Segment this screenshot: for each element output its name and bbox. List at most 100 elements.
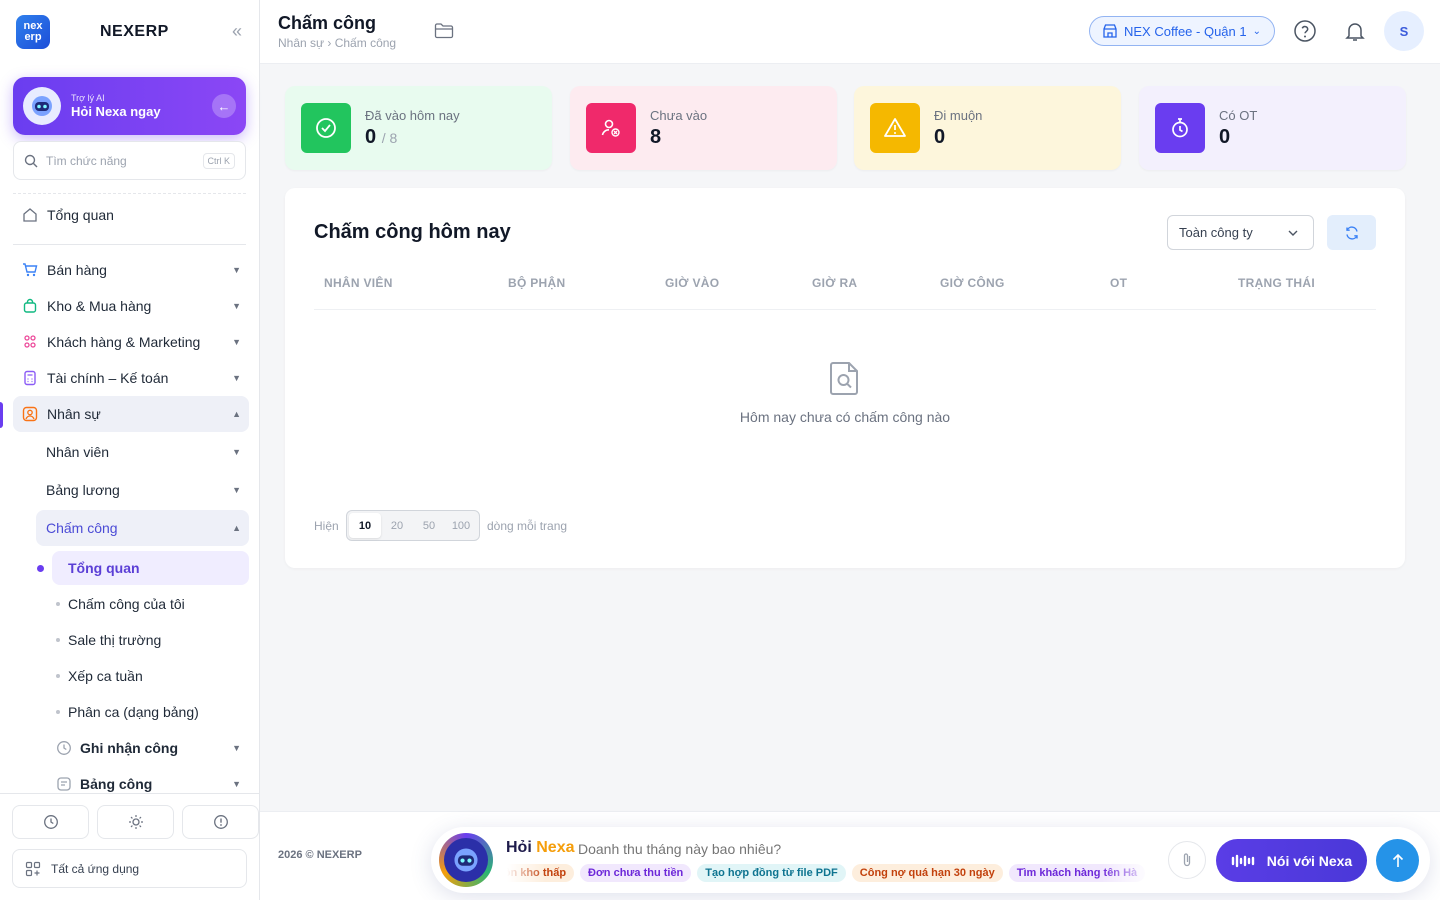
pager-prefix: Hiện xyxy=(314,519,339,533)
cart-icon xyxy=(21,261,39,279)
ask-nexa-card[interactable]: Trợ lý AI Hỏi Nexa ngay ← xyxy=(13,77,246,135)
nav-hr-label: Nhân sự xyxy=(47,406,101,422)
stat-overtime: Có OT 0 xyxy=(1139,86,1406,170)
column-status[interactable]: TRẠNG THÁI xyxy=(1238,276,1315,290)
page-size-selector: 10 20 50 100 xyxy=(346,510,480,541)
stat-late: Đi muộn 0 xyxy=(854,86,1121,170)
file-search-icon xyxy=(829,360,861,396)
page-size-10[interactable]: 10 xyxy=(349,513,381,538)
nav-shift-table[interactable]: Phân ca (dạng bảng) xyxy=(52,695,249,729)
send-button[interactable] xyxy=(1376,839,1419,882)
scope-select[interactable]: Toàn công ty xyxy=(1167,215,1314,250)
chevron-down-icon xyxy=(1288,230,1298,236)
all-apps-label: Tất cả ứng dụng xyxy=(51,861,140,876)
all-apps-button[interactable]: Tất cả ứng dụng xyxy=(12,849,247,888)
nav-overview-label: Tổng quan xyxy=(47,207,114,223)
user-avatar[interactable]: S xyxy=(1384,11,1424,51)
clock-icon xyxy=(43,815,58,829)
nexa-avatar[interactable] xyxy=(439,833,493,887)
theme-button[interactable] xyxy=(97,805,174,839)
page-size-20[interactable]: 20 xyxy=(381,513,413,538)
nav-attendance[interactable]: Chấm công ▲ xyxy=(36,510,249,546)
nav-overview[interactable]: Tổng quan xyxy=(13,197,249,233)
nav-record-attendance-label: Ghi nhận công xyxy=(80,740,178,756)
nav-hr[interactable]: Nhân sự ▲ xyxy=(13,396,249,432)
nexerp-logo[interactable]: nex erp xyxy=(16,15,50,49)
chevron-up-icon: ▲ xyxy=(232,409,241,419)
stopwatch-icon xyxy=(1155,103,1205,153)
history-button[interactable] xyxy=(12,805,89,839)
nav-employees[interactable]: Nhân viên ▼ xyxy=(36,434,249,470)
column-employee[interactable]: NHÂN VIÊN xyxy=(324,276,393,290)
nav-my-attendance[interactable]: Chấm công của tôi xyxy=(52,587,249,621)
home-icon xyxy=(21,206,39,224)
customers-icon xyxy=(21,333,39,351)
page-footer: 2026 © NEXERP Hỏi Nexa Tồn kho thấp Đơn c… xyxy=(260,811,1440,900)
nav-attendance-overview[interactable]: Tổng quan xyxy=(52,551,249,585)
search-input[interactable] xyxy=(46,153,186,168)
pager-suffix: dòng mỗi trang xyxy=(487,519,568,533)
column-time-in[interactable]: GIỜ VÀO xyxy=(665,276,719,290)
chevron-down-icon: ▼ xyxy=(232,301,241,311)
stat-value: 0 xyxy=(365,125,377,148)
nav-weekly-shifts[interactable]: Xếp ca tuần xyxy=(52,659,249,693)
nav-customers[interactable]: Khách hàng & Marketing ▼ xyxy=(13,324,249,360)
column-ot[interactable]: OT xyxy=(1110,276,1127,290)
robot-icon xyxy=(23,87,61,125)
sun-icon xyxy=(128,815,143,829)
divider xyxy=(13,244,246,245)
stat-not-checked-in: Chưa vào 8 xyxy=(570,86,837,170)
suggestion-chip[interactable]: Công nợ quá hạn 30 ngày xyxy=(851,864,1003,882)
copyright: 2026 © NEXERP xyxy=(278,849,362,861)
breadcrumb: Nhân sự › Chấm công xyxy=(278,36,397,50)
nav-payroll[interactable]: Bảng lương ▼ xyxy=(36,472,249,508)
stat-value: 0 xyxy=(934,125,946,148)
suggestion-chip[interactable]: Tồn kho thấp xyxy=(507,864,575,882)
ask-nexa-label: Hỏi Nexa ngay xyxy=(71,104,161,119)
stat-checked-in: Đã vào hôm nay 0 / 8 xyxy=(285,86,552,170)
suggestion-chip[interactable]: Đơn chưa thu tiền xyxy=(580,864,692,882)
nav-customers-label: Khách hàng & Marketing xyxy=(47,334,201,350)
nav-sales[interactable]: Bán hàng ▼ xyxy=(13,252,249,288)
attach-button[interactable] xyxy=(1168,841,1206,879)
refresh-button[interactable] xyxy=(1327,215,1376,250)
nav-finance-label: Tài chính – Kế toán xyxy=(47,370,169,386)
nav-inventory-label: Kho & Mua hàng xyxy=(47,298,152,314)
sidebar-footer-divider xyxy=(0,793,259,794)
help-icon[interactable] xyxy=(1292,18,1318,44)
folder-icon[interactable] xyxy=(434,22,454,40)
nav-employees-label: Nhân viên xyxy=(46,444,110,460)
column-time-out[interactable]: GIỜ RA xyxy=(812,276,857,290)
sheet-icon xyxy=(56,776,72,792)
page-size-100[interactable]: 100 xyxy=(445,513,477,538)
arrow-left-icon[interactable]: ← xyxy=(212,94,236,118)
page-title: Chấm công xyxy=(278,13,377,33)
nav-payroll-label: Bảng lương xyxy=(46,482,120,498)
function-search: Ctrl K xyxy=(13,141,246,180)
top-header: Chấm công Nhân sự › Chấm công NEX Coffee… xyxy=(260,0,1440,64)
suggestion-chip[interactable]: Tìm khách hàng tên Hà xyxy=(1008,864,1146,882)
nav-timesheet[interactable]: Bảng công ▼ xyxy=(52,767,249,801)
stat-value: 0 xyxy=(1219,125,1231,148)
talk-to-nexa-button[interactable]: Nói với Nexa xyxy=(1216,839,1367,882)
empty-state-text: Hôm nay chưa có chấm công nào xyxy=(739,409,951,425)
nav-inventory[interactable]: Kho & Mua hàng ▼ xyxy=(13,288,249,324)
alert-button[interactable] xyxy=(182,805,259,839)
talk-label: Nói với Nexa xyxy=(1266,852,1353,869)
alert-circle-icon xyxy=(213,815,228,829)
bell-icon[interactable] xyxy=(1342,18,1368,44)
chevron-down-icon: ▼ xyxy=(232,485,241,495)
suggestion-chip[interactable]: Tạo hợp đồng từ file PDF xyxy=(697,864,846,882)
arrow-up-icon xyxy=(1392,853,1403,867)
column-department[interactable]: BỘ PHẬN xyxy=(508,276,565,290)
nav-finance[interactable]: Tài chính – Kế toán ▼ xyxy=(13,360,249,396)
nav-record-attendance[interactable]: Ghi nhận công ▼ xyxy=(52,731,249,765)
branch-selector[interactable]: NEX Coffee - Quận 1 ⌄ xyxy=(1089,16,1275,46)
page-size-50[interactable]: 50 xyxy=(413,513,445,538)
ask-brand: Nexa xyxy=(536,839,575,856)
collapse-sidebar-icon[interactable]: « xyxy=(232,21,242,42)
ask-nexa-input[interactable] xyxy=(578,841,1138,857)
column-work-hours[interactable]: GIỜ CÔNG xyxy=(940,276,1005,290)
nav-attendance-overview-label: Tổng quan xyxy=(68,560,140,576)
nav-field-sales[interactable]: Sale thị trường xyxy=(52,623,249,657)
